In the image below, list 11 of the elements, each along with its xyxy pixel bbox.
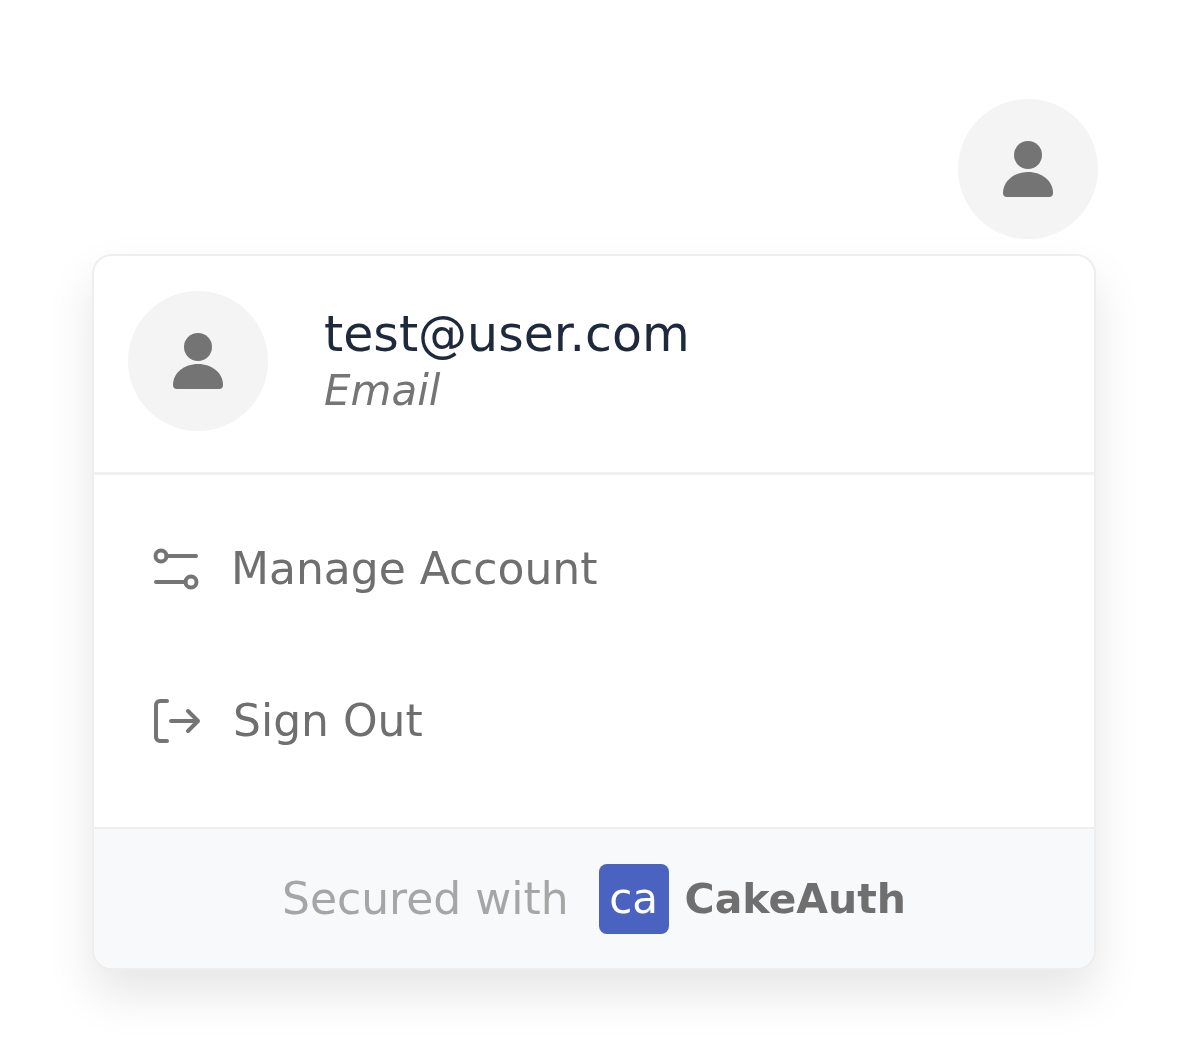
menu-item[interactable]: Sign Out	[153, 695, 423, 747]
user-email: test@user.com	[324, 305, 690, 365]
brand-name: CakeAuth	[684, 873, 906, 925]
person-icon	[1003, 141, 1053, 197]
avatar-icon	[128, 291, 268, 431]
menu-item[interactable]: Manage Account	[153, 543, 598, 595]
logo-mark: ca	[598, 863, 669, 934]
sliders-icon	[153, 548, 199, 590]
sign-out-icon	[153, 698, 201, 744]
email-label: Email	[324, 365, 442, 417]
secured-with-text: Secured with	[282, 872, 569, 925]
